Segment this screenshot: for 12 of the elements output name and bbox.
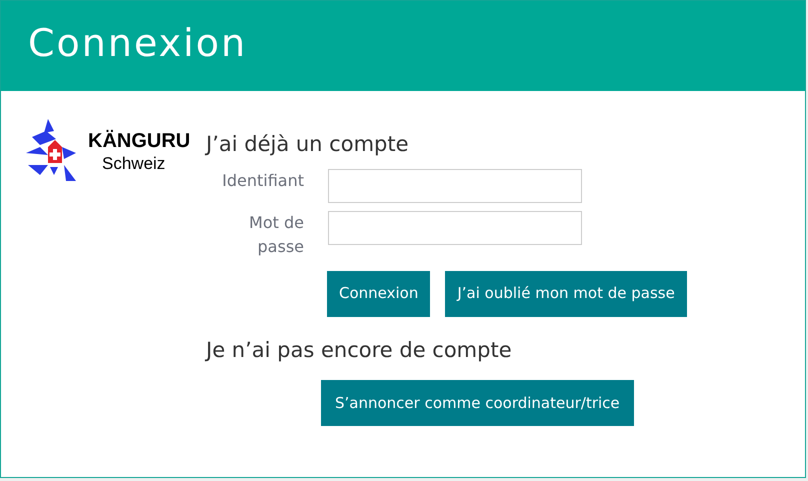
field-label: Identifiant [221, 170, 304, 192]
logo-subtitle: Schweiz [102, 154, 166, 172]
login-button[interactable]: Connexion [327, 270, 430, 316]
dialog-title: Connexion [28, 21, 248, 67]
logo-wordmark: KÄNGURU [88, 130, 190, 150]
input-field[interactable] [328, 210, 582, 244]
section-heading: Je n’ai pas encore de compte [206, 336, 513, 364]
input-field[interactable] [328, 168, 582, 202]
register-button[interactable]: S’annoncer comme coordinateur/trice [321, 380, 634, 426]
forgot-password-button[interactable]: J’ai oublié mon mot de passe [445, 270, 687, 316]
field-label: Mot de passe [248, 212, 304, 258]
section-heading: J’ai déjà un compte [206, 131, 410, 158]
